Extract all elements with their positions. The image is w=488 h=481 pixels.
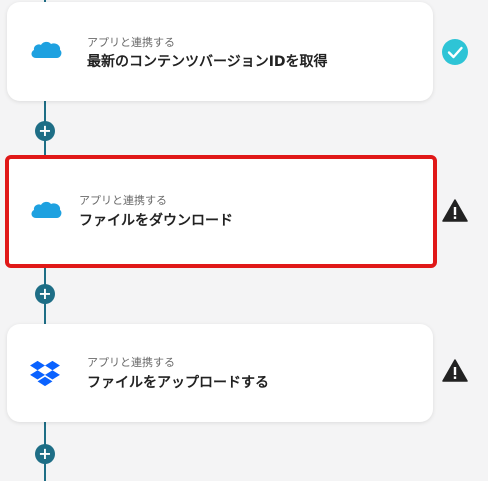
add-step-button[interactable]: + [35, 121, 55, 141]
warning-icon [442, 199, 468, 222]
step-subtitle: アプリと連携する [87, 356, 175, 369]
salesforce-icon [31, 201, 62, 218]
step-card-get-content-version[interactable]: アプリと連携する 最新のコンテンツバージョンIDを取得 [7, 2, 433, 101]
add-step-button[interactable]: + [35, 444, 55, 464]
step-title: ファイルをアップロードする [87, 375, 269, 391]
step-title: ファイルをダウンロード [79, 213, 233, 229]
add-step-button[interactable]: + [35, 284, 55, 304]
warning-icon [442, 359, 468, 382]
step-subtitle: アプリと連携する [79, 194, 167, 207]
step-card-upload-file[interactable]: アプリと連携する ファイルをアップロードする [7, 324, 433, 422]
dropbox-icon [30, 360, 60, 387]
step-subtitle: アプリと連携する [87, 36, 175, 49]
step-title: 最新のコンテンツバージョンIDを取得 [87, 54, 328, 70]
salesforce-icon [31, 41, 62, 58]
check-icon [442, 39, 468, 65]
step-card-download-file[interactable]: アプリと連携する ファイルをダウンロード [5, 155, 437, 268]
